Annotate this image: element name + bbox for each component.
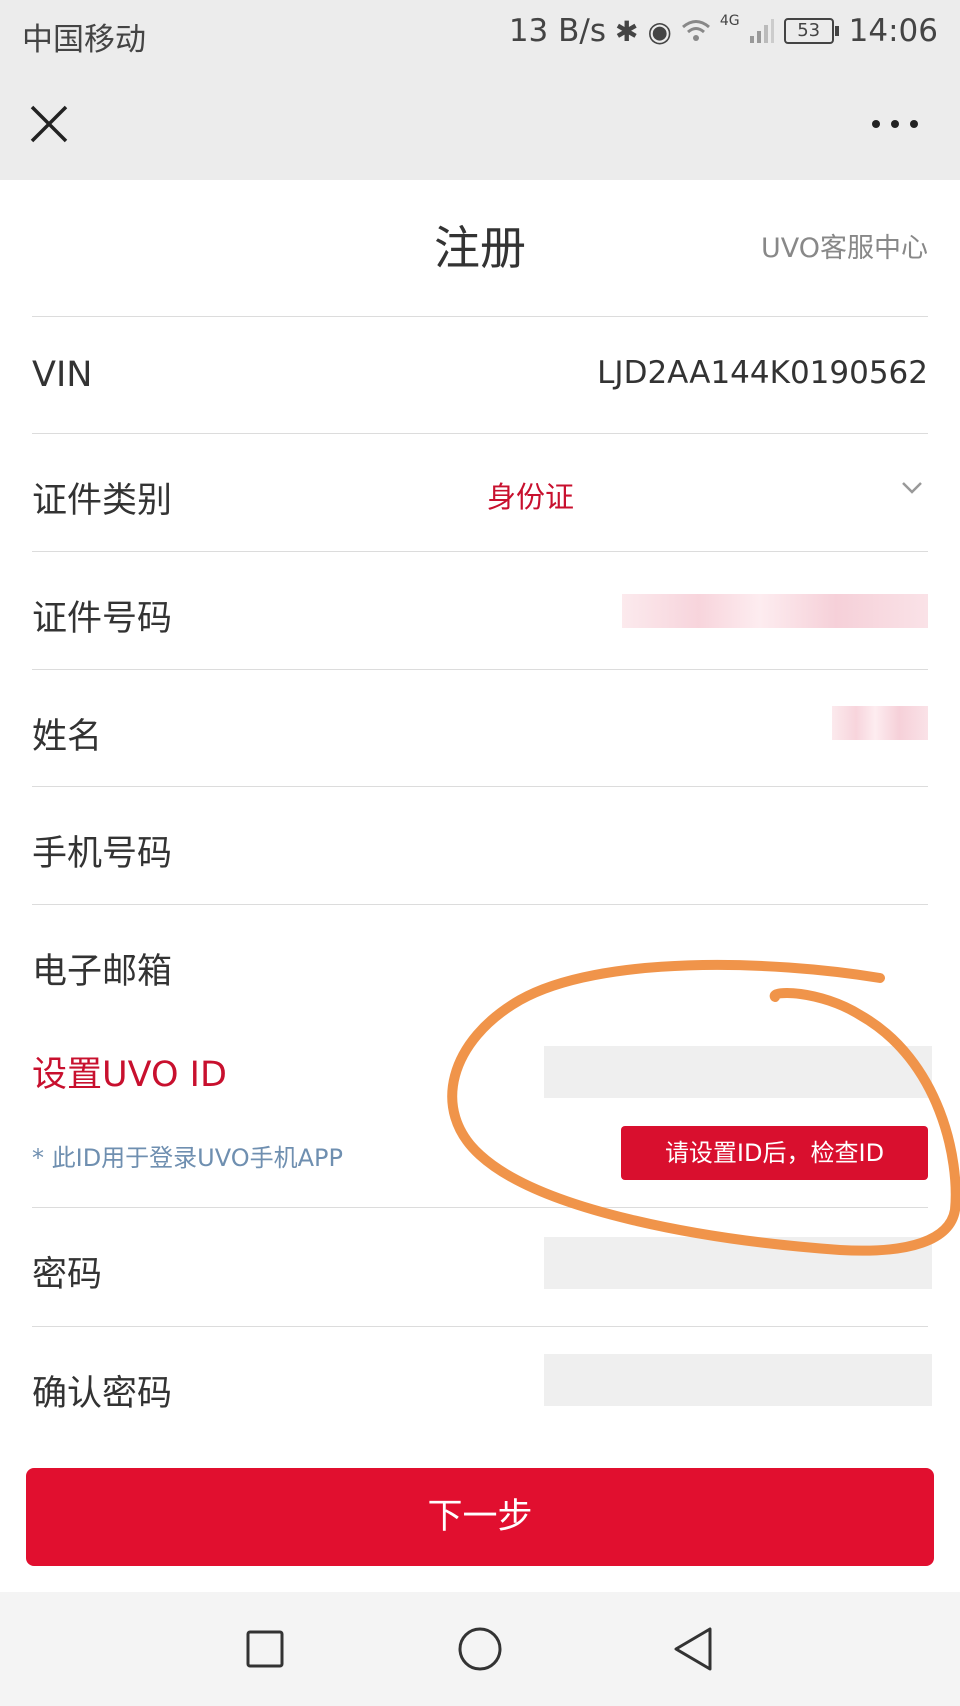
next-step-button[interactable]: 下一步: [26, 1468, 934, 1566]
recent-apps-icon[interactable]: [245, 1629, 285, 1669]
id-number-row: 证件号码: [32, 551, 928, 668]
phone-row: 手机号码: [32, 786, 928, 903]
system-nav-bar: [0, 1592, 960, 1706]
top-nav-bar: [0, 68, 960, 180]
email-row: 电子邮箱: [32, 904, 928, 1021]
vin-label: VIN: [32, 355, 93, 395]
id-type-select[interactable]: 身份证: [487, 474, 574, 516]
name-row: 姓名: [32, 669, 928, 786]
home-icon[interactable]: [457, 1626, 503, 1672]
set-uvo-id-label: 设置UVO ID: [32, 1055, 227, 1095]
wifi-icon: [681, 20, 710, 41]
email-label: 电子邮箱: [32, 952, 173, 992]
uvo-id-input[interactable]: [544, 1046, 932, 1098]
eye-icon: ◉: [647, 14, 672, 48]
chevron-down-icon[interactable]: [900, 480, 924, 496]
signal-icon: [749, 19, 774, 43]
id-number-field[interactable]: [622, 594, 928, 628]
confirm-password-input[interactable]: [544, 1354, 932, 1406]
customer-service-link[interactable]: UVO客服中心: [761, 226, 928, 265]
name-field[interactable]: [832, 706, 928, 740]
more-icon[interactable]: [870, 116, 920, 132]
phone-label: 手机号码: [32, 834, 173, 874]
id-type-label: 证件类别: [32, 481, 173, 521]
page-header: 注册 UVO客服中心: [0, 180, 960, 316]
password-label: 密码: [32, 1255, 103, 1295]
status-indicators: 13 B/s ✱ ◉ 4G 53 14:06: [509, 13, 938, 49]
net-speed: 13 B/s: [508, 13, 606, 49]
confirm-password-label: 确认密码: [32, 1374, 173, 1414]
id-type-row[interactable]: 证件类别 身份证: [32, 433, 928, 550]
vin-row: VIN LJD2AA144K0190562: [32, 316, 928, 433]
uvo-id-hint: * 此ID用于登录UVO手机APP: [32, 1144, 344, 1172]
name-label: 姓名: [32, 717, 103, 757]
vin-value: LJD2AA144K0190562: [597, 355, 928, 391]
battery-icon: 53: [783, 18, 839, 44]
check-id-button[interactable]: 请设置ID后，检查ID: [621, 1126, 928, 1180]
bluetooth-icon: ✱: [614, 14, 639, 48]
network-type: 4G: [719, 13, 740, 29]
status-bar: 中国移动 13 B/s ✱ ◉ 4G 53 14:06: [0, 0, 960, 68]
id-number-label: 证件号码: [32, 599, 173, 639]
carrier-label: 中国移动: [22, 22, 146, 58]
clock: 14:06: [848, 13, 938, 49]
close-icon[interactable]: [26, 101, 72, 147]
password-input[interactable]: [544, 1237, 932, 1289]
back-icon[interactable]: [672, 1626, 716, 1672]
